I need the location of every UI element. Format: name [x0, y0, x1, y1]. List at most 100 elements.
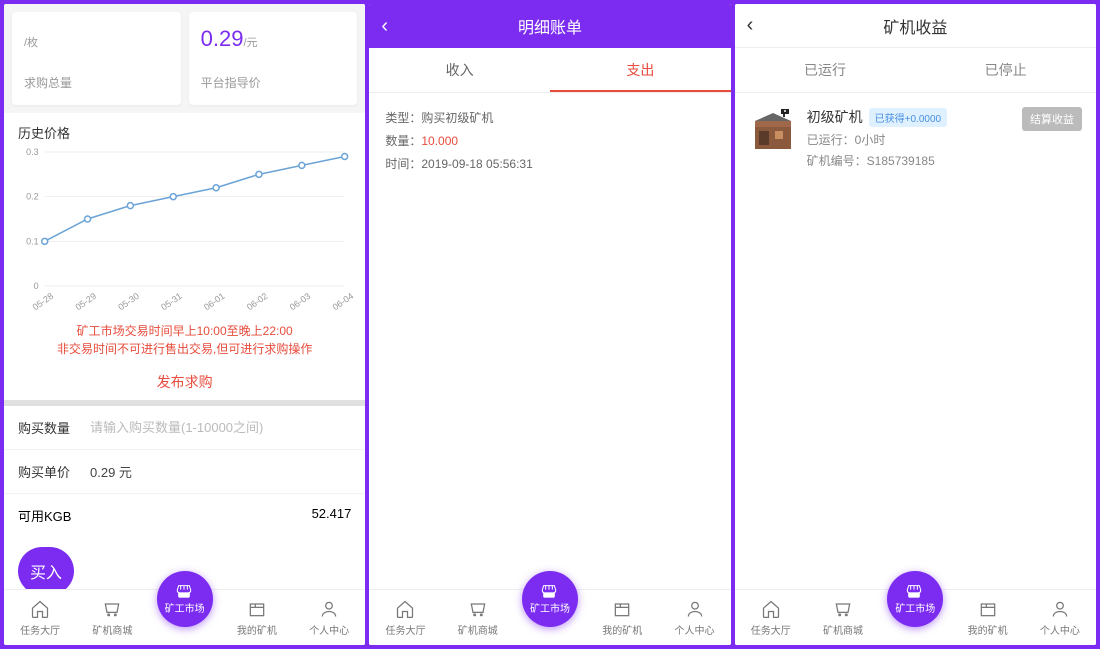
- svg-text:06-04: 06-04: [331, 291, 356, 312]
- miner-name: 初级矿机: [807, 107, 863, 127]
- price-value: 0.29 元: [90, 462, 132, 481]
- header-title: 明细账单: [518, 14, 582, 38]
- tab-bar: 任务大厅 矿机商城 x 我的矿机 个人中心 矿工市场: [369, 589, 730, 645]
- tabs: 已运行 已停止: [735, 48, 1096, 93]
- back-icon[interactable]: ‹: [381, 15, 388, 38]
- stat-unit: /元: [244, 37, 258, 49]
- svg-text:05-30: 05-30: [116, 291, 141, 312]
- user-icon: [318, 598, 340, 620]
- tab-tasks[interactable]: 任务大厅: [735, 598, 807, 637]
- kgb-value: 52.417: [312, 506, 352, 525]
- svg-text:06-03: 06-03: [288, 291, 313, 312]
- tab-my-miners[interactable]: 我的矿机: [951, 598, 1023, 637]
- qty-label: 数量：: [385, 134, 421, 148]
- shop-icon: [176, 584, 194, 598]
- content: 初级矿机 已获得+0.0000 已运行：0小时 矿机编号：S185739185 …: [735, 93, 1096, 645]
- stat-card-price: 0.29/元 平台指导价: [189, 12, 358, 105]
- tab-market-fab[interactable]: 矿工市场: [887, 571, 943, 627]
- tab-profile[interactable]: 个人中心: [293, 598, 365, 637]
- tab-market-fab[interactable]: 矿工市场: [522, 571, 578, 627]
- svg-text:0.2: 0.2: [26, 192, 39, 202]
- tab-mall[interactable]: 矿机商城: [76, 598, 148, 637]
- tab-stopped[interactable]: 已停止: [915, 48, 1096, 92]
- header-title: 矿机收益: [883, 14, 947, 38]
- user-icon: [684, 598, 706, 620]
- svg-text:05-29: 05-29: [73, 291, 98, 312]
- notice-line-1: 矿工市场交易时间早上10:00至晚上22:00: [14, 322, 355, 340]
- serial-line: 矿机编号：S185739185: [807, 152, 1022, 169]
- stat-cards: /枚 求购总量 0.29/元 平台指导价: [4, 4, 365, 113]
- miner-image: [749, 107, 797, 155]
- stat-label: 求购总量: [24, 74, 169, 91]
- record-item: 类型：购买初级矿机 数量：10.000 时间：2019-09-18 05:56:…: [369, 93, 730, 189]
- time-label: 时间：: [385, 157, 421, 171]
- user-icon: [1049, 598, 1071, 620]
- tab-market-fab[interactable]: 矿工市场: [157, 571, 213, 627]
- miner-title-row: 初级矿机 已获得+0.0000: [807, 107, 1022, 127]
- time-value: 2019-09-18 05:56:31: [421, 157, 532, 171]
- shop-icon: [906, 584, 924, 598]
- content: /枚 求购总量 0.29/元 平台指导价 历史价格 0 0.1 0.2 0.3 05-2…: [4, 4, 365, 645]
- kgb-label: 可用KGB: [18, 506, 71, 525]
- type-value: 购买初级矿机: [421, 111, 493, 125]
- home-icon: [394, 598, 416, 620]
- buy-button[interactable]: 买入: [18, 547, 74, 595]
- settle-button[interactable]: 结算收益: [1022, 107, 1082, 131]
- qty-input[interactable]: [90, 420, 351, 435]
- home-icon: [29, 598, 51, 620]
- tab-income[interactable]: 收入: [369, 48, 550, 92]
- cart-icon: [467, 598, 489, 620]
- tab-mall[interactable]: 矿机商城: [807, 598, 879, 637]
- screen-market: /枚 求购总量 0.29/元 平台指导价 历史价格 0 0.1 0.2 0.3 05-2…: [4, 4, 365, 645]
- qty-value: 10.000: [421, 134, 458, 148]
- qty-label: 购买数量: [18, 418, 90, 437]
- tab-expense[interactable]: 支出: [550, 48, 731, 92]
- tab-my-miners[interactable]: 我的矿机: [221, 598, 293, 637]
- tab-bar: 任务大厅 矿机商城 x 我的矿机 个人中心 矿工市场: [4, 589, 365, 645]
- tab-running[interactable]: 已运行: [735, 48, 916, 92]
- history-title: 历史价格: [4, 113, 365, 146]
- svg-text:0: 0: [34, 281, 39, 291]
- screen-earnings: ‹ 矿机收益 已运行 已停止 初级矿机 已获得+0.0000 已运行：0小时 矿…: [735, 4, 1096, 645]
- miner-body: 初级矿机 已获得+0.0000 已运行：0小时 矿机编号：S185739185: [807, 107, 1022, 169]
- stat-value: 0.29: [201, 26, 244, 51]
- box-icon: [246, 598, 268, 620]
- type-label: 类型：: [385, 111, 421, 125]
- back-icon[interactable]: ‹: [747, 14, 754, 37]
- tab-profile[interactable]: 个人中心: [658, 598, 730, 637]
- price-chart: 00.10.20.305-2805-2905-3005-3106-0106-02…: [4, 146, 365, 316]
- tabs: 收入 支出: [369, 48, 730, 93]
- header: ‹ 矿机收益: [735, 4, 1096, 48]
- header: ‹ 明细账单: [369, 4, 730, 48]
- tab-mall[interactable]: 矿机商城: [442, 598, 514, 637]
- price-label: 购买单价: [18, 462, 90, 481]
- tab-profile[interactable]: 个人中心: [1024, 598, 1096, 637]
- stat-label: 平台指导价: [201, 74, 346, 91]
- tab-tasks[interactable]: 任务大厅: [369, 598, 441, 637]
- shop-icon: [541, 584, 559, 598]
- runtime-line: 已运行：0小时: [807, 131, 1022, 148]
- svg-text:0.1: 0.1: [26, 236, 39, 246]
- miner-item: 初级矿机 已获得+0.0000 已运行：0小时 矿机编号：S185739185 …: [735, 93, 1096, 183]
- trading-notice: 矿工市场交易时间早上10:00至晚上22:00 非交易时间不可进行售出交易,但可…: [4, 316, 365, 364]
- tab-bar: 任务大厅 矿机商城 x 我的矿机 个人中心 矿工市场: [735, 589, 1096, 645]
- buy-price-row: 购买单价 0.29 元: [4, 450, 365, 494]
- stat-card-demand: /枚 求购总量: [12, 12, 181, 105]
- notice-line-2: 非交易时间不可进行售出交易,但可进行求购操作: [14, 340, 355, 358]
- svg-text:0.3: 0.3: [26, 147, 39, 157]
- cart-icon: [832, 598, 854, 620]
- home-icon: [760, 598, 782, 620]
- svg-text:06-02: 06-02: [245, 291, 270, 312]
- box-icon: [611, 598, 633, 620]
- tab-tasks[interactable]: 任务大厅: [4, 598, 76, 637]
- publish-demand-button[interactable]: 发布求购: [4, 364, 365, 406]
- content: 类型：购买初级矿机 数量：10.000 时间：2019-09-18 05:56:…: [369, 93, 730, 645]
- box-icon: [977, 598, 999, 620]
- kgb-row: 可用KGB 52.417: [4, 494, 365, 537]
- earned-badge: 已获得+0.0000: [869, 108, 947, 127]
- cart-icon: [101, 598, 123, 620]
- screen-statement: ‹ 明细账单 收入 支出 类型：购买初级矿机 数量：10.000 时间：2019…: [369, 4, 730, 645]
- svg-text:06-01: 06-01: [202, 291, 227, 312]
- tab-my-miners[interactable]: 我的矿机: [586, 598, 658, 637]
- buy-qty-row: 购买数量: [4, 406, 365, 450]
